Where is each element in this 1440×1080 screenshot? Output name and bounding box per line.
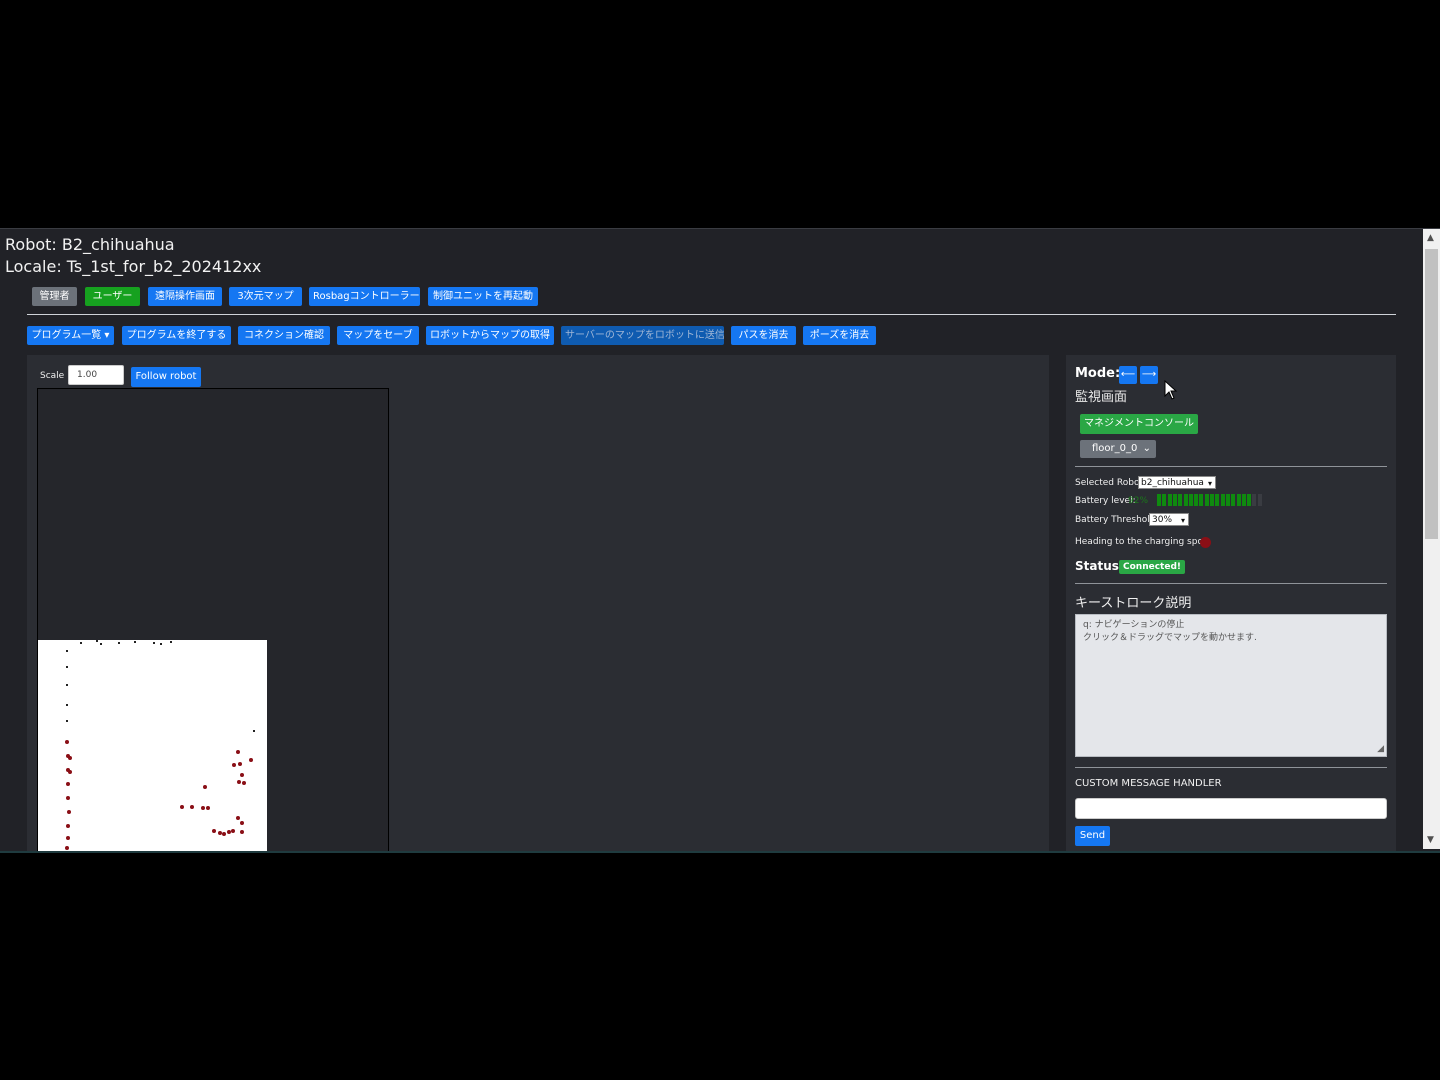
map-canvas[interactable] [37, 388, 389, 851]
battery-segment [1210, 494, 1214, 506]
mode-name: 監視画面 [1075, 390, 1128, 405]
robot-name: Robot: B2_chihuahua [5, 235, 175, 254]
mode-prev-button[interactable]: ⟵ [1119, 366, 1137, 384]
battery-segment [1178, 494, 1183, 506]
battery-segment [1225, 494, 1230, 506]
scroll-down-icon[interactable]: ▼ [1427, 835, 1434, 845]
battery-segment [1247, 494, 1252, 506]
locale-name: Locale: Ts_1st_for_b2_202412xx [5, 257, 262, 276]
teleop-button[interactable]: 遠隔操作画面 [148, 287, 222, 306]
battery-segment [1231, 494, 1236, 506]
battery-percent: 92% [1128, 496, 1149, 506]
send-map-to-robot-button[interactable]: サーバーのマップをロボットに送信 [561, 326, 724, 345]
occupancy-map [38, 640, 267, 851]
battery-segment [1199, 494, 1204, 506]
keystroke-line-1: q: ナビゲーションの停止 [1083, 620, 1185, 630]
battery-segment [1236, 494, 1241, 506]
charging-indicator [1200, 537, 1211, 548]
floor-select-value: floor_0_0 [1092, 443, 1138, 454]
app-window: Robot: B2_chihuahua Locale: Ts_1st_for_b… [0, 228, 1440, 853]
divider [27, 314, 1396, 315]
keystroke-textarea[interactable]: q: ナビゲーションの停止 クリック＆ドラッグでマップを動かせます. ◢ [1075, 614, 1387, 757]
battery-segment [1220, 494, 1225, 506]
scroll-up-icon[interactable]: ▲ [1427, 233, 1434, 243]
user-button[interactable]: ユーザー [85, 287, 140, 306]
scroll-thumb[interactable] [1425, 249, 1438, 539]
divider [1075, 583, 1387, 584]
program-list-button[interactable]: プログラム一覧 ▾ [27, 326, 114, 345]
keystroke-line-2: クリック＆ドラッグでマップを動かせます. [1083, 633, 1257, 643]
battery-segment [1257, 494, 1262, 506]
battery-threshold-label: Battery Threshold: [1075, 515, 1159, 525]
custom-handler-label: CUSTOM MESSAGE HANDLER [1075, 778, 1222, 789]
chevron-down-icon: ⌄ [1142, 443, 1151, 454]
battery-label: Battery level: [1075, 496, 1136, 506]
resize-handle-icon[interactable]: ◢ [1377, 743, 1384, 756]
keystroke-title: キーストローク説明 [1075, 596, 1192, 611]
chevron-down-icon: ▾ [1207, 479, 1212, 488]
scale-input[interactable] [68, 365, 124, 385]
scale-label: Scale [40, 371, 65, 381]
send-button[interactable]: Send [1075, 826, 1110, 846]
battery-bar [1157, 494, 1263, 506]
threshold-select-value: 30% [1152, 515, 1173, 525]
chevron-down-icon: ▾ [1180, 516, 1185, 525]
end-program-button[interactable]: プログラムを終了する [122, 326, 231, 345]
save-map-button[interactable]: マップをセーブ [337, 326, 419, 345]
rosbag-controller-button[interactable]: Rosbagコントローラー [309, 287, 420, 306]
battery-segment [1188, 494, 1193, 506]
battery-segment [1167, 494, 1172, 506]
get-map-from-robot-button[interactable]: ロボットからマップの取得 [426, 326, 554, 345]
threshold-select[interactable]: 30% ▾ [1149, 513, 1189, 526]
battery-segment [1241, 494, 1246, 506]
3d-map-button[interactable]: 3次元マップ [229, 287, 302, 306]
battery-segment [1183, 494, 1188, 506]
battery-segment [1194, 494, 1199, 506]
restart-unit-button[interactable]: 制御ユニットを再起動 [428, 287, 538, 306]
follow-robot-button[interactable]: Follow robot [131, 367, 201, 387]
mouse-cursor-icon [1164, 380, 1178, 400]
charging-label: Heading to the charging spot: [1075, 537, 1210, 547]
management-console-button[interactable]: マネジメントコンソール [1080, 414, 1198, 434]
robot-select-value: b2_chihuahua [1141, 478, 1204, 488]
clear-path-button[interactable]: パスを消去 [731, 326, 796, 345]
connection-check-button[interactable]: コネクション確認 [238, 326, 330, 345]
admin-button[interactable]: 管理者 [32, 287, 77, 306]
custom-message-input[interactable] [1075, 798, 1387, 819]
battery-segment [1204, 494, 1209, 506]
battery-segment [1162, 494, 1167, 506]
floor-select[interactable]: floor_0_0 ⌄ [1080, 440, 1156, 458]
battery-segment [1172, 494, 1177, 506]
divider [1075, 466, 1387, 467]
status-label: Status: [1075, 559, 1124, 573]
status-badge: Connected! [1119, 560, 1185, 574]
battery-segment [1215, 494, 1220, 506]
page-scrollbar[interactable]: ▲ ▼ [1423, 229, 1440, 849]
mode-label: Mode: [1075, 366, 1121, 381]
selected-robot-label: Selected Robot [1075, 478, 1143, 488]
divider [1075, 767, 1387, 768]
robot-select[interactable]: b2_chihuahua ▾ [1138, 476, 1216, 489]
battery-segment [1157, 494, 1161, 506]
clear-pose-button[interactable]: ポーズを消去 [803, 326, 876, 345]
battery-segment [1252, 494, 1257, 506]
mode-next-button[interactable]: ⟶ [1140, 366, 1158, 384]
